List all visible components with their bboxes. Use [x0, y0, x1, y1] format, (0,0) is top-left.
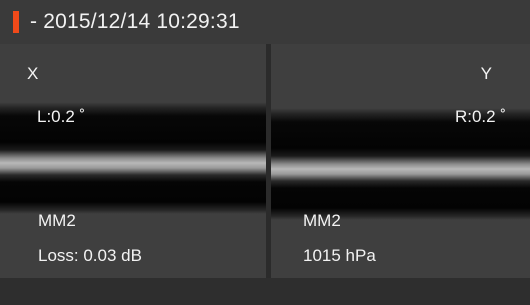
- left-fiber-mode: MM2: [38, 211, 76, 230]
- left-cleave-angle: L:0.2 ˚: [37, 107, 86, 126]
- bottom-bar: [0, 278, 530, 305]
- y-camera-view: Y R:0.2 ˚ MM2 1015 hPa: [271, 44, 530, 278]
- axis-label-x: X: [27, 64, 39, 83]
- air-pressure: 1015 hPa: [303, 246, 376, 265]
- status-marker: [13, 11, 19, 33]
- x-camera-view: X L:0.2 ˚ MM2 Loss: 0.03 dB: [0, 44, 266, 278]
- right-fiber-mode: MM2: [303, 211, 341, 230]
- status-bar: - 2015/12/14 10:29:31: [0, 0, 530, 44]
- right-cleave-angle: R:0.2 ˚: [454, 107, 506, 126]
- splicer-screen: - 2015/12/14 10:29:31 X L:0.2 ˚ MM2 Loss…: [0, 0, 530, 305]
- timestamp: - 2015/12/14 10:29:31: [30, 10, 240, 33]
- axis-label-y: Y: [480, 64, 492, 83]
- splice-loss: Loss: 0.03 dB: [38, 246, 142, 265]
